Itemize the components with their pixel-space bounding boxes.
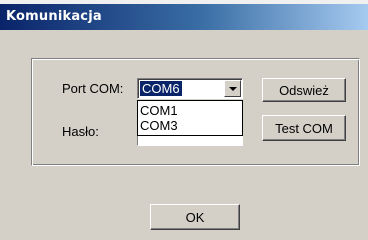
- port-com-selected-value: COM6: [140, 81, 182, 96]
- chevron-down-icon[interactable]: [224, 80, 241, 97]
- dropdown-option-com1[interactable]: COM1: [140, 103, 178, 118]
- dialog-window: Komunikacja Port COM: Hasło: COM6 COM1 C…: [0, 0, 368, 240]
- port-com-label: Port COM:: [62, 81, 124, 96]
- title-bar[interactable]: Komunikacja: [0, 4, 368, 30]
- window-title: Komunikacja: [6, 9, 102, 24]
- password-label: Hasło:: [62, 124, 99, 139]
- refresh-button[interactable]: Odswież: [262, 78, 346, 102]
- ok-button[interactable]: OK: [150, 204, 240, 230]
- test-com-button[interactable]: Test COM: [262, 115, 346, 141]
- dropdown-option-com3[interactable]: COM3: [140, 118, 178, 133]
- port-com-select[interactable]: COM6: [137, 78, 243, 99]
- port-com-dropdown-list: COM1 COM3: [137, 100, 243, 136]
